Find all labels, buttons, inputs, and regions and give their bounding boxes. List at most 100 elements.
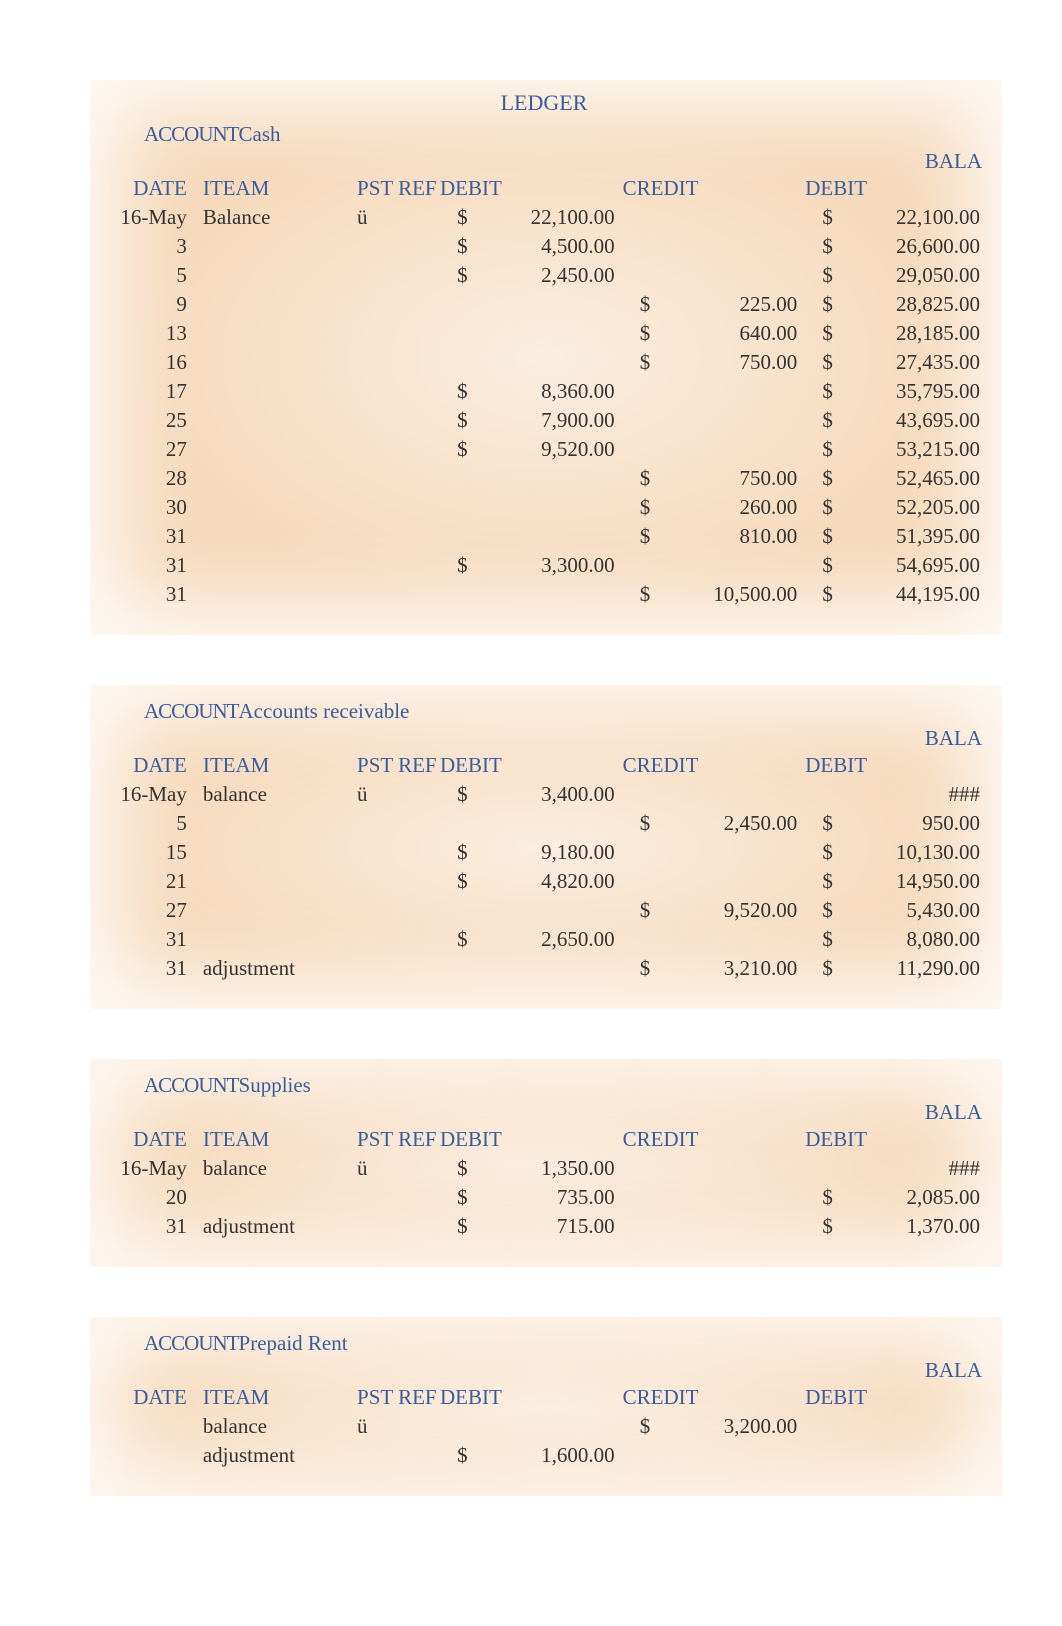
- table-row: 16$750.00$27,435.00: [104, 348, 984, 377]
- balance-header: BALA: [104, 726, 984, 751]
- cell-debit-amount: [472, 522, 619, 551]
- cell-balance-currency: [801, 1154, 837, 1183]
- cell-credit-currency: [619, 406, 655, 435]
- cell-debit-currency: $: [436, 406, 472, 435]
- cell-debit-amount: 9,180.00: [472, 838, 619, 867]
- cell-balance-currency: $: [801, 867, 837, 896]
- ledger-account-section: ACCOUNTAccounts receivableBALADATEITEAMP…: [90, 685, 1002, 1009]
- cell-credit-amount: [654, 377, 801, 406]
- cell-credit-currency: $: [619, 580, 655, 609]
- cell-debit-amount: [472, 896, 619, 925]
- cell-debit-currency: $: [436, 261, 472, 290]
- cell-item: [199, 838, 353, 867]
- cell-credit-currency: $: [619, 522, 655, 551]
- ledger-account-section: ACCOUNTPrepaid Rent BALADATEITEAMPST REFD…: [90, 1317, 1002, 1496]
- cell-item: [199, 290, 353, 319]
- cell-credit-amount: [654, 1441, 801, 1470]
- cell-debit-currency: [436, 522, 472, 551]
- cell-debit-currency: $: [436, 867, 472, 896]
- cell-debit-currency: [436, 896, 472, 925]
- cell-balance-currency: $: [801, 464, 837, 493]
- cell-balance-currency: $: [801, 232, 837, 261]
- table-body: balanceü$3,200.00adjustment$1,600.00: [104, 1412, 984, 1470]
- cell-balance-currency: $: [801, 954, 837, 983]
- cell-debit-amount: [472, 348, 619, 377]
- col-date-header: DATE: [104, 1125, 199, 1154]
- cell-credit-currency: [619, 1441, 655, 1470]
- cell-debit-currency: $: [436, 551, 472, 580]
- cell-item: adjustment: [199, 954, 353, 983]
- table-row: balanceü$3,200.00: [104, 1412, 984, 1441]
- cell-credit-currency: $: [619, 896, 655, 925]
- account-name: Prepaid Rent: [239, 1331, 348, 1355]
- balance-header: BALA: [104, 1358, 984, 1383]
- col-item-header: ITEAM: [199, 751, 353, 780]
- cell-date: 31: [104, 522, 199, 551]
- cell-balance-amount: 22,100.00: [837, 203, 984, 232]
- cell-item: [199, 232, 353, 261]
- header-row: DATEITEAMPST REFDEBITCREDITDEBIT: [104, 751, 984, 780]
- table-row: 20$735.00$2,085.00: [104, 1183, 984, 1212]
- cell-credit-amount: 750.00: [654, 348, 801, 377]
- cell-item: balance: [199, 780, 353, 809]
- cell-debit-currency: $: [436, 1441, 472, 1470]
- cell-balance-amount: 8,080.00: [837, 925, 984, 954]
- cell-debit-amount: 7,900.00: [472, 406, 619, 435]
- cell-pstref: [353, 232, 436, 261]
- cell-debit-currency: [436, 493, 472, 522]
- cell-credit-currency: [619, 1154, 655, 1183]
- table-row: 5$2,450.00$29,050.00: [104, 261, 984, 290]
- cell-date: 17: [104, 377, 199, 406]
- cell-balance-currency: $: [801, 925, 837, 954]
- cell-date: 31: [104, 580, 199, 609]
- cell-debit-amount: 8,360.00: [472, 377, 619, 406]
- cell-balance-currency: $: [801, 1183, 837, 1212]
- account-label: ACCOUNT: [144, 1331, 239, 1355]
- cell-credit-amount: [654, 1183, 801, 1212]
- cell-date: 16-May: [104, 780, 199, 809]
- cell-debit-currency: $: [436, 1154, 472, 1183]
- cell-balance-currency: $: [801, 809, 837, 838]
- cell-debit-currency: $: [436, 377, 472, 406]
- cell-date: 5: [104, 261, 199, 290]
- cell-credit-amount: 750.00: [654, 464, 801, 493]
- cell-item: [199, 348, 353, 377]
- cell-pstref: [353, 838, 436, 867]
- header-row: DATEITEAMPST REFDEBITCREDITDEBIT: [104, 1383, 984, 1412]
- cell-pstref: [353, 896, 436, 925]
- cell-balance-currency: $: [801, 406, 837, 435]
- cell-credit-currency: $: [619, 464, 655, 493]
- cell-credit-amount: [654, 551, 801, 580]
- col-balance-header: DEBIT: [801, 1383, 984, 1412]
- col-pstref-header: PST REF: [353, 751, 436, 780]
- cell-credit-currency: [619, 261, 655, 290]
- cell-pstref: [353, 551, 436, 580]
- cell-debit-currency: $: [436, 435, 472, 464]
- cell-credit-amount: [654, 203, 801, 232]
- cell-item: adjustment: [199, 1212, 353, 1241]
- col-credit-header: CREDIT: [619, 751, 802, 780]
- cell-pstref: ü: [353, 203, 436, 232]
- cell-balance-amount: 28,185.00: [837, 319, 984, 348]
- cell-item: [199, 809, 353, 838]
- cell-pstref: [353, 435, 436, 464]
- col-balance-header: DEBIT: [801, 751, 984, 780]
- cell-balance-currency: [801, 1412, 837, 1441]
- ledger-title: LEDGER: [104, 90, 984, 116]
- cell-debit-amount: 1,350.00: [472, 1154, 619, 1183]
- table-row: 15$9,180.00$10,130.00: [104, 838, 984, 867]
- col-credit-header: CREDIT: [619, 1125, 802, 1154]
- cell-debit-currency: $: [436, 203, 472, 232]
- cell-balance-amount: 950.00: [837, 809, 984, 838]
- table-row: 28$750.00$52,465.00: [104, 464, 984, 493]
- cell-balance-amount: [837, 1412, 984, 1441]
- table-row: 31$2,650.00$8,080.00: [104, 925, 984, 954]
- table-row: 31adjustment$3,210.00$11,290.00: [104, 954, 984, 983]
- cell-credit-currency: [619, 203, 655, 232]
- col-date-header: DATE: [104, 1383, 199, 1412]
- cell-balance-currency: $: [801, 377, 837, 406]
- cell-debit-currency: [436, 319, 472, 348]
- cell-debit-currency: $: [436, 925, 472, 954]
- cell-pstref: [353, 1183, 436, 1212]
- cell-item: balance: [199, 1412, 353, 1441]
